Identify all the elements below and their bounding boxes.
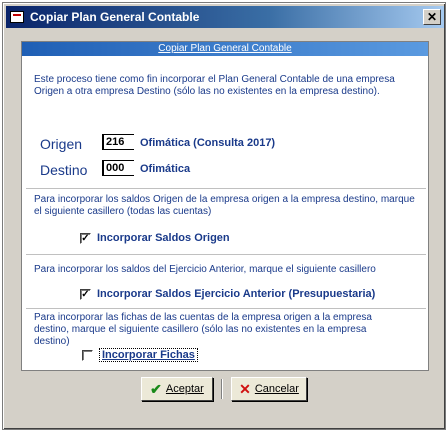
fichas-note: Para incorporar las fichas de las cuenta… xyxy=(34,312,372,347)
fichas-label: Incorporar Fichas xyxy=(99,348,198,362)
destino-code-input[interactable]: 000 xyxy=(102,160,134,176)
origen-company-name: Ofimática (Consulta 2017) xyxy=(140,137,276,149)
separator-2 xyxy=(26,254,426,255)
close-icon: ✕ xyxy=(426,10,438,24)
accept-button[interactable]: ✔ Aceptar xyxy=(141,377,213,401)
origen-label: Origen xyxy=(40,136,83,152)
saldos-origen-checkbox[interactable]: ✓ xyxy=(80,232,91,244)
saldos-anterior-note: Para incorporar los saldos del Ejercicio… xyxy=(34,264,376,275)
fichas-checkbox[interactable] xyxy=(82,349,93,361)
check-icon: ✔ xyxy=(150,381,162,397)
saldos-origen-label: Incorporar Saldos Origen xyxy=(97,232,230,244)
separator-3 xyxy=(26,308,426,309)
title-bar[interactable]: Copiar Plan General Contable ✕ xyxy=(6,6,444,28)
close-button[interactable]: ✕ xyxy=(423,9,441,25)
saldos-anterior-checkbox[interactable]: ✓ xyxy=(80,288,91,300)
saldos-origen-note: Para incorporar los saldos Origen de la … xyxy=(34,194,415,217)
origen-code-input[interactable]: 216 xyxy=(102,134,134,150)
button-separator xyxy=(221,379,223,399)
destino-company-name: Ofimática xyxy=(140,163,191,175)
window-title: Copiar Plan General Contable xyxy=(30,10,200,24)
panel-header: Copiar Plan General Contable xyxy=(22,42,428,56)
cancel-button[interactable]: ✕ Cancelar xyxy=(231,377,307,401)
separator-1 xyxy=(26,188,426,189)
app-icon xyxy=(10,11,24,23)
destino-label: Destino xyxy=(40,162,88,178)
intro-text: Este proceso tiene como fin incorporar e… xyxy=(34,74,395,97)
cancel-x-icon: ✕ xyxy=(239,381,251,397)
saldos-anterior-label: Incorporar Saldos Ejercicio Anterior (Pr… xyxy=(97,288,376,300)
cancel-label: Cancelar xyxy=(254,383,299,395)
accept-label: Aceptar xyxy=(165,383,204,395)
saldos-anterior-row[interactable]: ✓ Incorporar Saldos Ejercicio Anterior (… xyxy=(80,288,375,300)
saldos-origen-row[interactable]: ✓ Incorporar Saldos Origen xyxy=(80,232,230,244)
dialog-window: Copiar Plan General Contable ✕ Copiar Pl… xyxy=(2,2,446,430)
fichas-row[interactable]: Incorporar Fichas xyxy=(82,348,198,362)
content-panel: Copiar Plan General Contable Este proces… xyxy=(21,41,429,371)
